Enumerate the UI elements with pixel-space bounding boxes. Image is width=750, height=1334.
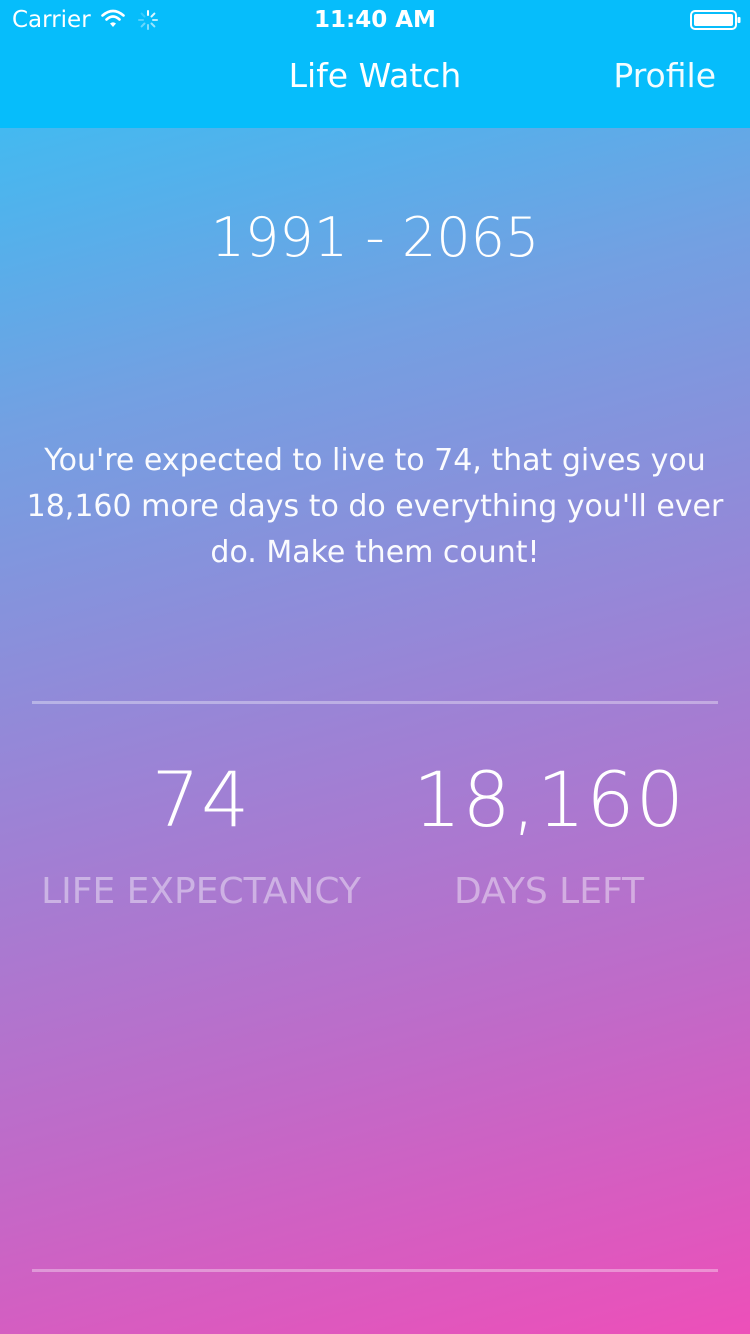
divider-top [32,701,718,704]
life-expectancy-value: 74 [151,755,251,844]
life-expectancy-stat: 74 Life Expectancy [40,755,362,919]
days-left-label: Days Left [453,871,645,912]
battery-icon [690,10,741,30]
life-expectancy-label: Life Expectancy [41,871,361,912]
top-bar: Carrier 11:40 AM Life Watch Profile [0,0,750,128]
divider-bottom [32,1269,718,1272]
expectancy-message: You're expected to live to 74, that give… [26,443,724,570]
lifespan-years: 1991 - 2065 [210,206,540,269]
status-bar: Carrier 11:40 AM [0,0,750,40]
days-left-value: 18,160 [413,755,685,844]
profile-button[interactable]: Profile [613,56,716,96]
days-left-stat: 18,160 Days Left [388,755,710,919]
navigation-bar: Life Watch Profile [0,40,750,128]
clock: 11:40 AM [314,7,436,33]
